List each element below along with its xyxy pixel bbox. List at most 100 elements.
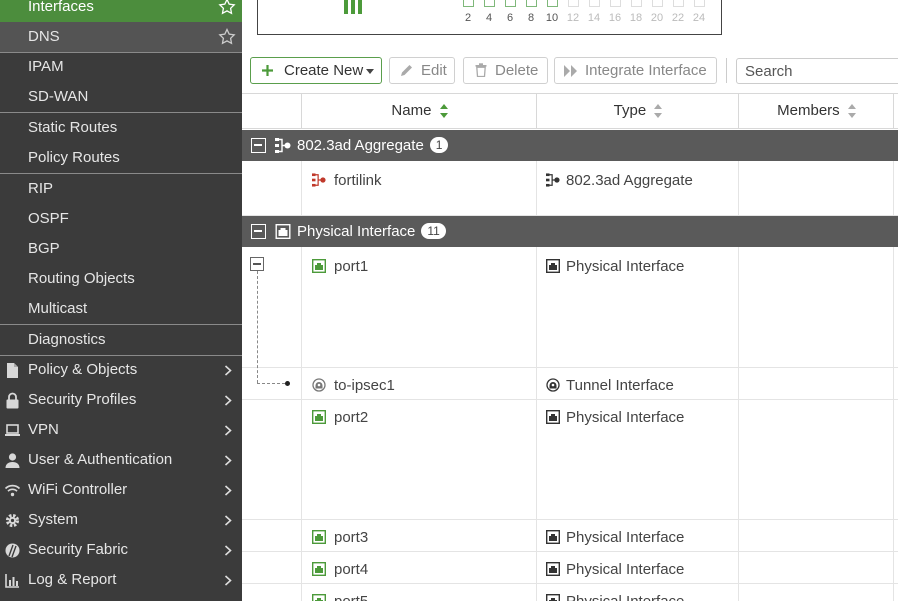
- type-cell: Physical Interface: [536, 552, 739, 583]
- table-row[interactable]: port1 Physical Interface: [242, 247, 898, 386]
- collapse-tree-icon[interactable]: [250, 257, 264, 271]
- create-new-button[interactable]: Create New: [250, 57, 382, 84]
- port-status-icon[interactable]: [484, 0, 495, 7]
- table-row[interactable]: port2 Physical Interface: [242, 400, 898, 520]
- edit-label: Edit: [421, 62, 447, 79]
- interface-type: Tunnel Interface: [566, 377, 674, 394]
- sidebar-item-label: IPAM: [28, 58, 64, 75]
- port-status-icon[interactable]: [694, 0, 705, 7]
- interface-type: Physical Interface: [566, 529, 685, 546]
- sidebar-item-label: Multicast: [28, 300, 88, 317]
- port-status-icon[interactable]: [610, 0, 621, 7]
- star-icon[interactable]: [218, 0, 236, 16]
- sidebar-item-rip[interactable]: RIP: [0, 174, 242, 204]
- port-status-icon[interactable]: [547, 0, 558, 7]
- sidebar-item-label: Policy & Objects: [28, 361, 138, 378]
- port-status-icon[interactable]: [526, 0, 537, 7]
- sidebar-item-routing-objects[interactable]: Routing Objects: [0, 264, 242, 294]
- table-row[interactable]: port3 Physical Interface: [242, 520, 898, 552]
- sidebar-item-static-routes[interactable]: Static Routes: [0, 113, 242, 143]
- members-cell: [738, 368, 894, 399]
- name-cell: port2: [301, 400, 537, 519]
- table-row[interactable]: port5 Physical Interface: [242, 584, 898, 601]
- sidebar-item-interfaces[interactable]: Interfaces: [0, 0, 242, 22]
- table-header: Name Type Members: [242, 93, 898, 129]
- sidebar-item-diagnostics[interactable]: Diagnostics: [0, 325, 242, 355]
- main-content: 2 4 6 8 10 12 14 16 18 20 22 24 Create New Edit Del…: [242, 0, 898, 601]
- group-name: 802.3ad Aggregate 1: [297, 130, 449, 161]
- row-gutter: [242, 584, 302, 601]
- sidebar-item-user-authentication[interactable]: User & Authentication: [0, 445, 242, 475]
- sidebar-item-label: SD-WAN: [28, 88, 89, 105]
- ethernet-port-icon: [312, 530, 326, 544]
- interface-type: 802.3ad Aggregate: [566, 172, 693, 189]
- group-count-badge: 11: [421, 223, 446, 240]
- bar-chart-icon: [5, 574, 19, 588]
- column-header-name[interactable]: Name: [301, 94, 537, 128]
- sidebar-item-policy-objects[interactable]: Policy & Objects: [0, 355, 242, 385]
- port-number-label: 24: [692, 12, 706, 24]
- table-row[interactable]: fortilink 802.3ad Aggregate: [242, 161, 898, 216]
- integrate-interface-button[interactable]: Integrate Interface: [554, 57, 717, 84]
- sidebar-item-label: Routing Objects: [28, 270, 135, 287]
- sidebar-item-label: RIP: [28, 180, 54, 197]
- port-number-label: 16: [608, 12, 622, 24]
- trash-icon: [475, 63, 487, 77]
- group-header-aggregate[interactable]: 802.3ad Aggregate 1: [242, 130, 898, 161]
- aggregate-icon: [312, 173, 326, 187]
- sidebar-item-security-profiles[interactable]: Security Profiles: [0, 385, 242, 415]
- sidebar-item-wifi-controller[interactable]: WiFi Controller: [0, 475, 242, 505]
- column-header-type[interactable]: Type: [536, 94, 739, 128]
- column-header-members[interactable]: Members: [738, 94, 894, 128]
- sidebar-item-label: User & Authentication: [28, 451, 173, 468]
- type-cell: Physical Interface: [536, 400, 739, 519]
- sidebar-item-ipam[interactable]: IPAM: [0, 52, 242, 82]
- name-cell: port5: [301, 584, 537, 601]
- sidebar-item-security-fabric[interactable]: Security Fabric: [0, 535, 242, 565]
- port-status-icon[interactable]: [505, 0, 516, 7]
- ethernet-port-icon: [546, 259, 560, 273]
- port-status-icon[interactable]: [589, 0, 600, 7]
- sidebar-item-multicast[interactable]: Multicast: [0, 294, 242, 324]
- sidebar-item-policy-routes[interactable]: Policy Routes: [0, 143, 242, 173]
- sidebar-item-vpn[interactable]: VPN: [0, 415, 242, 445]
- sidebar-item-label: Diagnostics: [28, 331, 106, 348]
- port-number-label: 18: [629, 12, 643, 24]
- table-row[interactable]: to-ipsec1 Tunnel Interface: [242, 368, 898, 400]
- table-row[interactable]: port4 Physical Interface: [242, 552, 898, 584]
- integrate-label: Integrate Interface: [585, 62, 707, 79]
- name-cell: to-ipsec1: [301, 368, 537, 399]
- collapse-icon[interactable]: [251, 138, 266, 153]
- port-status-icon[interactable]: [673, 0, 684, 7]
- port-number-label: 14: [587, 12, 601, 24]
- edit-button[interactable]: Edit: [389, 57, 455, 84]
- port-status-icon[interactable]: [463, 0, 474, 7]
- collapse-icon[interactable]: [251, 224, 266, 239]
- interface-name: to-ipsec1: [334, 377, 395, 394]
- lock-icon: [6, 392, 19, 409]
- name-cell: port4: [301, 552, 537, 583]
- extra-cell: [893, 247, 898, 367]
- sidebar-item-system[interactable]: System: [0, 505, 242, 535]
- port-status-icon[interactable]: [631, 0, 642, 7]
- search-input[interactable]: [736, 58, 898, 84]
- tree-connector: [257, 271, 258, 383]
- port-status-icon[interactable]: [652, 0, 663, 7]
- tunnel-icon: [312, 378, 326, 392]
- sidebar-item-bgp[interactable]: BGP: [0, 234, 242, 264]
- sidebar-item-sd-wan[interactable]: SD-WAN: [0, 82, 242, 112]
- document-icon: [7, 363, 18, 378]
- sidebar-item-label: VPN: [28, 421, 59, 438]
- type-cell: Physical Interface: [536, 584, 739, 601]
- delete-button[interactable]: Delete: [463, 57, 548, 84]
- group-name-label: Physical Interface: [297, 223, 416, 240]
- port-status-icon[interactable]: [568, 0, 579, 7]
- port-number-label: 4: [485, 12, 493, 24]
- wifi-icon: [4, 484, 21, 497]
- sidebar-item-log-report[interactable]: Log & Report: [0, 565, 242, 595]
- sidebar-item-label: Interfaces: [28, 0, 94, 15]
- star-icon[interactable]: [218, 28, 236, 46]
- sidebar-item-dns[interactable]: DNS: [0, 22, 242, 52]
- sidebar-item-ospf[interactable]: OSPF: [0, 204, 242, 234]
- group-header-physical[interactable]: Physical Interface 11: [242, 216, 898, 247]
